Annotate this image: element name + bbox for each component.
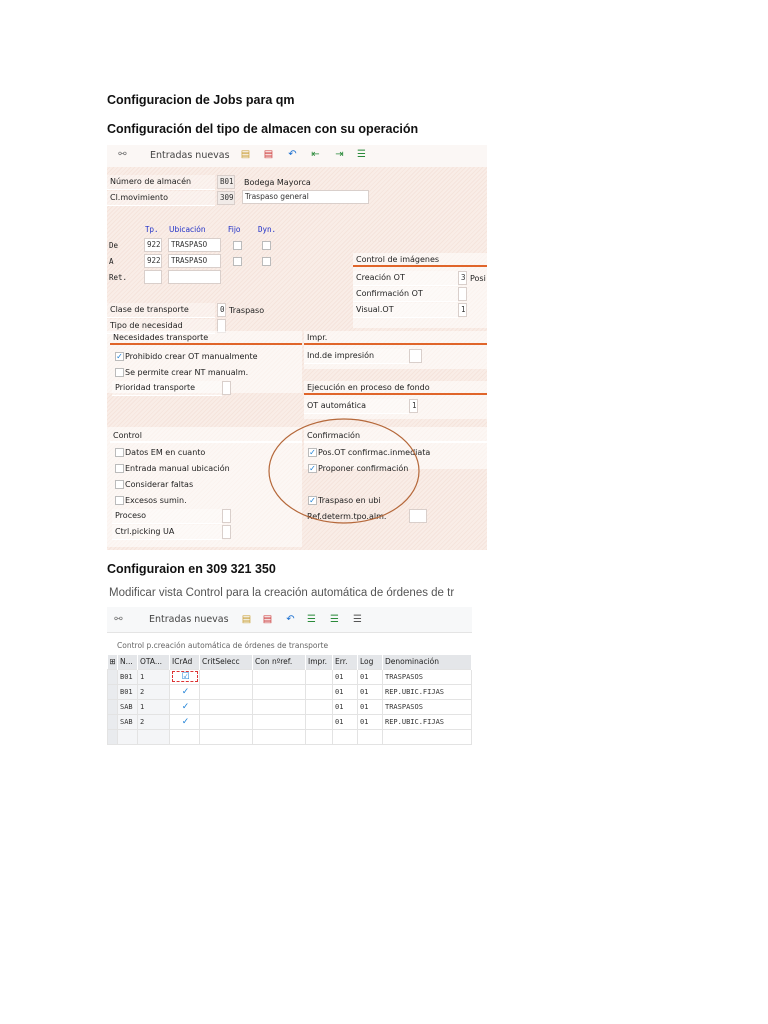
new-entries-button[interactable]: Entradas nuevas [149,614,229,625]
header-con-nref[interactable]: Con nºref. [252,655,306,669]
toolbar: ⚯ Entradas nuevas ▤ ▤ ↶ ☰ ☰ ☰ [107,607,472,633]
cell-denominacion[interactable] [382,728,472,745]
cell-impr[interactable] [305,728,333,745]
section-title: Control p.creación automática de órdenes… [117,641,329,650]
icrad-checkbox[interactable]: ✓ [169,713,200,730]
cell-critselecc[interactable] [199,683,253,700]
select-block-icon[interactable]: ☰ [329,614,340,625]
table-row[interactable]: SAB 2 ✓ 01 01 REP.UBIC.FIJAS [107,713,472,730]
select-all-header[interactable]: ⊞ [107,655,118,669]
cell-con-nref[interactable] [252,683,306,700]
copy-icon[interactable]: ▤ [241,614,252,625]
glasses-icon[interactable]: ⚯ [113,614,124,625]
cell-ota: 2 [137,683,170,700]
cell-denominacion[interactable]: TRASPASOS [382,698,472,715]
table-header: ⊞ N... OTA... ICrAd CritSelecc Con nºref… [107,655,472,669]
row-selector[interactable] [107,713,118,730]
cell-n [117,728,138,745]
cell-con-nref[interactable] [252,698,306,715]
header-critselecc[interactable]: CritSelecc [199,655,253,669]
cell-log[interactable]: 01 [357,698,383,715]
table-row[interactable]: B01 2 ✓ 01 01 REP.UBIC.FIJAS [107,683,472,700]
cell-log[interactable]: 01 [357,668,383,685]
screen-title: Modificar vista Control para la creación… [109,587,455,599]
cell-err[interactable]: 01 [332,698,358,715]
header-denominacion[interactable]: Denominación [382,655,472,669]
cell-critselecc[interactable] [199,668,253,685]
cell-log[interactable]: 01 [357,683,383,700]
cell-con-nref[interactable] [252,728,306,745]
undo-icon[interactable]: ↶ [285,614,296,625]
cell-ota: 2 [137,713,170,730]
icrad-checkbox[interactable]: ✓ [169,698,200,715]
delete-icon[interactable]: ▤ [262,614,273,625]
row-selector[interactable] [107,668,118,685]
control-table: ⊞ N... OTA... ICrAd CritSelecc Con nºref… [107,655,472,745]
screenshot-control-creacion: Modificar vista Control para la creación… [107,585,472,745]
icrad-checkbox[interactable]: ✓ [169,683,200,700]
cell-log[interactable]: 01 [357,713,383,730]
cell-impr[interactable] [305,698,333,715]
cell-err[interactable]: 01 [332,713,358,730]
cell-critselecc[interactable] [199,713,253,730]
cell-impr[interactable] [305,668,333,685]
cell-err[interactable] [332,728,358,745]
cell-denominacion[interactable]: TRASPASOS [382,668,472,685]
header-ota[interactable]: OTA... [137,655,170,669]
header-icrad[interactable]: ICrAd [169,655,200,669]
row-selector[interactable] [107,683,118,700]
cell-ota [137,728,170,745]
cell-n: B01 [117,668,138,685]
annotation-circle [268,418,420,524]
header-log[interactable]: Log [357,655,383,669]
annotation-ellipse [268,418,420,524]
cell-denominacion[interactable]: REP.UBIC.FIJAS [382,713,472,730]
cell-log[interactable] [357,728,383,745]
icrad-checkbox[interactable]: ☑ [169,668,200,685]
heading-configuracion: Configuraion en 309 321 350 [107,562,276,576]
select-all-icon[interactable]: ☰ [306,614,317,625]
row-selector[interactable] [107,698,118,715]
header-n[interactable]: N... [117,655,138,669]
icrad-cell[interactable] [169,728,200,745]
cell-n: SAB [117,713,138,730]
row-selector[interactable] [107,728,118,745]
cell-n: B01 [117,683,138,700]
cell-impr[interactable] [305,683,333,700]
cell-err[interactable]: 01 [332,683,358,700]
cell-con-nref[interactable] [252,713,306,730]
table-row-empty[interactable] [107,728,472,745]
cell-impr[interactable] [305,713,333,730]
cell-denominacion[interactable]: REP.UBIC.FIJAS [382,683,472,700]
table-row[interactable]: SAB 1 ✓ 01 01 TRASPASOS [107,698,472,715]
header-err[interactable]: Err. [332,655,358,669]
cell-n: SAB [117,698,138,715]
cell-critselecc[interactable] [199,698,253,715]
cell-ota: 1 [137,668,170,685]
cell-con-nref[interactable] [252,668,306,685]
header-impr[interactable]: Impr. [305,655,333,669]
cell-critselecc[interactable] [199,728,253,745]
deselect-icon[interactable]: ☰ [352,614,363,625]
cell-ota: 1 [137,698,170,715]
table-row[interactable]: B01 1 ☑ 01 01 TRASPASOS [107,668,472,685]
cell-err[interactable]: 01 [332,668,358,685]
